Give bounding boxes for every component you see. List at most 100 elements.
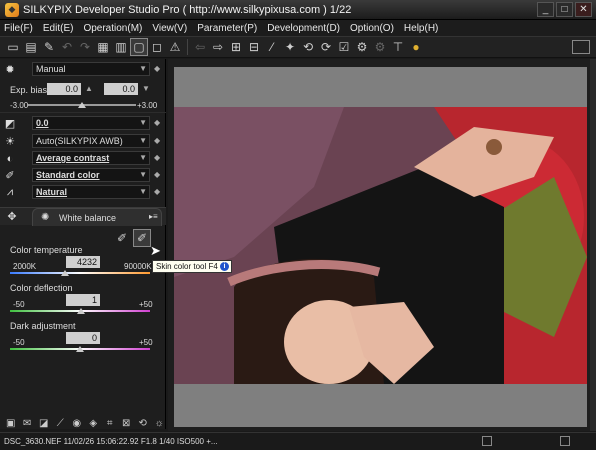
white-balance-icon[interactable]: ☀	[0, 133, 20, 150]
eyedropper-icon[interactable]: ✐	[113, 229, 131, 247]
contrast-row: ◐ Average contrast ▼ ◆	[0, 150, 166, 167]
menu-operation[interactable]: Operation(M)	[83, 23, 142, 34]
close-button[interactable]: ✕	[575, 2, 592, 17]
thumbnail-view-icon[interactable]: ▦	[94, 38, 112, 56]
maximize-button[interactable]: □	[556, 2, 573, 17]
color-temperature-input[interactable]: 4232	[66, 256, 100, 268]
chevron-down-icon: ▼	[139, 170, 147, 179]
settings-icon[interactable]: ⚙	[371, 38, 389, 56]
color-value: Standard color	[36, 170, 100, 180]
diamond-icon[interactable]: ◆	[154, 170, 162, 179]
open-folder-icon[interactable]: ▭	[4, 38, 22, 56]
diamond-icon[interactable]: ◆	[154, 136, 162, 145]
highlight-icon[interactable]: ☼	[153, 416, 167, 430]
menu-edit[interactable]: Edit(E)	[43, 23, 74, 34]
batch-icon[interactable]: ⚙	[353, 38, 371, 56]
spot-icon[interactable]: ✦	[281, 38, 299, 56]
tone-select[interactable]: 0.0 ▼	[32, 116, 150, 130]
noise-icon[interactable]: ◉	[70, 416, 84, 430]
distortion-icon[interactable]: ⌗	[103, 416, 117, 430]
divider	[0, 112, 166, 113]
diamond-icon[interactable]: ◆	[154, 153, 162, 162]
comment-icon[interactable]: ✉	[21, 416, 35, 430]
undo-icon[interactable]: ↶	[58, 38, 76, 56]
next-icon[interactable]: ⇨	[209, 38, 227, 56]
contrast-icon[interactable]: ◐	[0, 150, 20, 167]
chevron-down-icon: ▼	[139, 118, 147, 127]
menu-icon[interactable]: ▸≡	[149, 212, 158, 221]
brush-icon[interactable]: ⁄	[263, 38, 281, 56]
combined-view-icon[interactable]: ▥	[112, 38, 130, 56]
exp-bias-thumb[interactable]	[78, 102, 86, 108]
white-balance-tab[interactable]: ✺ White balance ▸≡	[32, 208, 162, 226]
redo-icon[interactable]: ↷	[76, 38, 94, 56]
menu-bar: File(F) Edit(E) Operation(M) View(V) Par…	[0, 20, 596, 36]
dark-adjustment-thumb[interactable]	[76, 346, 84, 352]
exp-bias-input-1[interactable]: 0.0	[47, 83, 81, 95]
rotate-icon[interactable]: ⟲	[136, 416, 150, 430]
menu-development[interactable]: Development(D)	[267, 23, 340, 34]
spin-down-icon[interactable]: ▼	[142, 84, 150, 93]
tool-icon[interactable]: ⊤	[389, 38, 407, 56]
sharpness-select[interactable]: Natural ▼	[32, 185, 150, 199]
spin-up-icon[interactable]: ▲	[85, 84, 93, 93]
exp-bias-input-2[interactable]: 0.0	[104, 83, 138, 95]
shading-icon[interactable]: ⊠	[120, 416, 134, 430]
grid-icon[interactable]: ⊟	[245, 38, 263, 56]
rotate-left-icon[interactable]: ⟲	[299, 38, 317, 56]
preview-view-icon[interactable]: ▢	[130, 38, 148, 56]
rotate-right-icon[interactable]: ⟳	[317, 38, 335, 56]
warning-icon[interactable]: ⚠	[166, 38, 184, 56]
menu-parameter[interactable]: Parameter(P)	[197, 23, 257, 34]
menu-option[interactable]: Option(O)	[350, 23, 394, 34]
color-select[interactable]: Standard color ▼	[32, 168, 150, 182]
app-icon: ◆	[5, 2, 19, 17]
exposure-mode-select[interactable]: Manual ▼	[32, 62, 150, 76]
sun-icon[interactable]: ✹	[0, 61, 20, 78]
menu-file[interactable]: File(F)	[4, 23, 33, 34]
color-temperature-thumb[interactable]	[60, 270, 69, 276]
image-viewer	[168, 59, 596, 431]
color-deflection-thumb[interactable]	[77, 308, 86, 314]
monitor-icon[interactable]	[572, 40, 590, 54]
color-temperature-slider[interactable]	[10, 272, 150, 274]
color-icon[interactable]: ✐	[0, 167, 20, 184]
lens-icon[interactable]: ◈	[87, 416, 101, 430]
check-icon[interactable]: ☑	[335, 38, 353, 56]
open-file-icon[interactable]: ▤	[22, 38, 40, 56]
skin-color-tool-icon[interactable]: ✐	[133, 229, 151, 247]
window-controls: _ □ ✕	[537, 2, 592, 17]
compare-icon[interactable]: ⊞	[227, 38, 245, 56]
color-temperature-min: 2000K	[13, 262, 37, 271]
dark-adjustment-max: +50	[139, 338, 153, 347]
minimize-button[interactable]: _	[537, 2, 554, 17]
straighten-icon[interactable]: ◪	[37, 416, 51, 430]
mouse-cursor-icon: ➤	[150, 243, 161, 258]
silkypix-icon[interactable]: ●	[407, 38, 425, 56]
tools-icon[interactable]: ✥	[2, 208, 22, 225]
fullscreen-icon[interactable]: ◻	[148, 38, 166, 56]
preview-photo[interactable]	[174, 107, 587, 384]
previous-icon[interactable]: ⇦	[191, 38, 209, 56]
color-deflection-input[interactable]: 1	[66, 294, 100, 306]
diamond-icon[interactable]: ◆	[154, 118, 162, 127]
tone-row: ◩ 0.0 ▼ ◆	[0, 115, 166, 132]
dark-adjustment-input[interactable]: 0	[66, 332, 100, 344]
white-balance-row: ☀ Auto(SILKYPIX AWB) ▼ ◆	[0, 133, 166, 150]
sharpness-value: Natural	[36, 187, 68, 197]
tone-value: 0.0	[36, 118, 49, 128]
contrast-select[interactable]: Average contrast ▼	[32, 151, 150, 165]
curve-icon[interactable]: ⟋	[54, 416, 68, 430]
diamond-icon[interactable]: ◆	[154, 187, 162, 196]
vertical-scrollbar[interactable]	[590, 59, 596, 431]
tone-icon[interactable]: ◩	[0, 115, 20, 132]
status-resize-icon[interactable]	[560, 436, 570, 446]
white-balance-select[interactable]: Auto(SILKYPIX AWB) ▼	[32, 134, 150, 148]
menu-view[interactable]: View(V)	[152, 23, 187, 34]
menu-help[interactable]: Help(H)	[404, 23, 438, 34]
crop-icon[interactable]: ▣	[4, 416, 18, 430]
diamond-icon[interactable]: ◆	[154, 64, 162, 73]
develop-icon[interactable]: ✎	[40, 38, 58, 56]
status-panel-icon[interactable]	[482, 436, 492, 446]
sharpness-icon[interactable]: ⩘	[0, 184, 20, 201]
